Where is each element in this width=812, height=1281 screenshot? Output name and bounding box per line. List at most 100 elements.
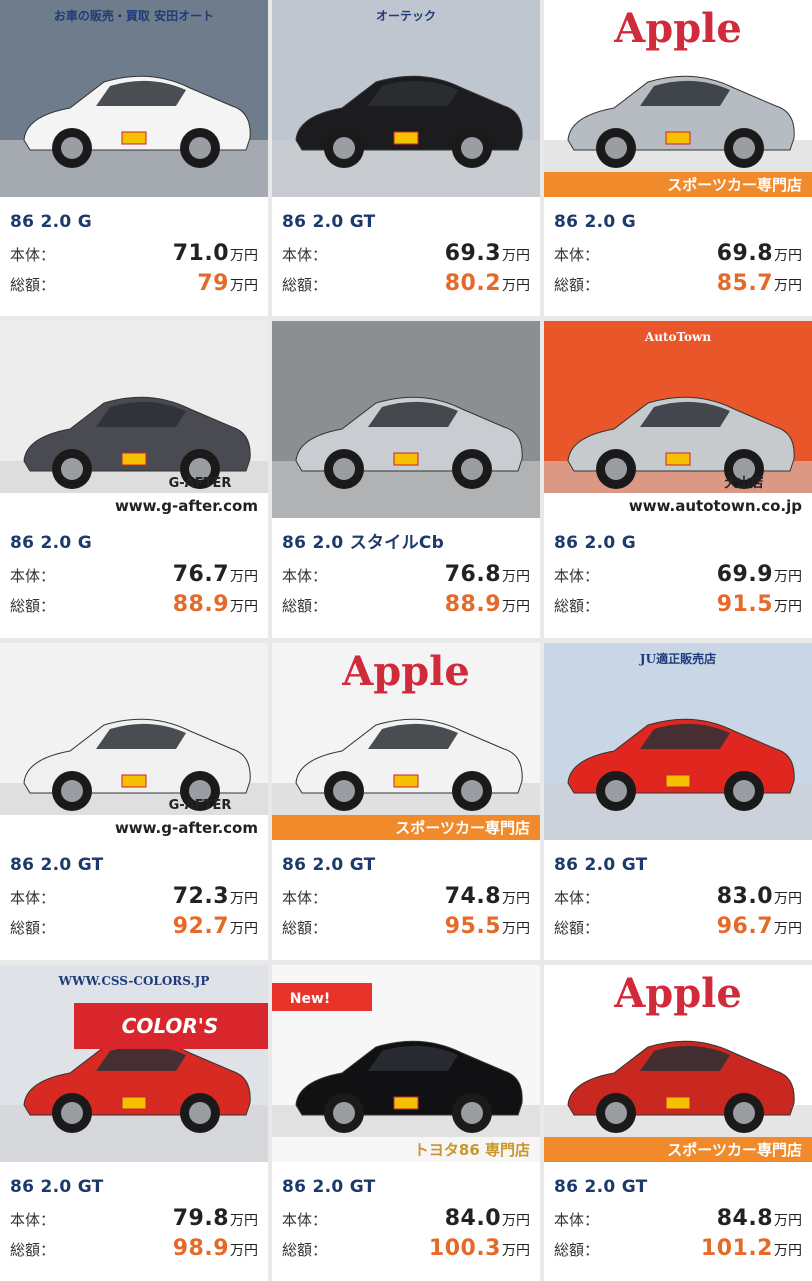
- car-photo[interactable]: トヨタ86 専門店 New!: [272, 965, 540, 1162]
- body-price-row: 本体： 79.8万円: [10, 1206, 258, 1231]
- listing-card[interactable]: JU適正販売店 86 2.0 GT 本体： 83.0万円 総額： 96.7万円: [544, 643, 812, 960]
- body-price-label: 本体：: [282, 567, 328, 585]
- car-photo[interactable]: JU適正販売店: [544, 643, 812, 840]
- total-price-label: 総額：: [282, 919, 328, 937]
- model-name[interactable]: 86 2.0 GT: [10, 1176, 258, 1198]
- model-name[interactable]: 86 2.0 G: [10, 532, 258, 554]
- total-price: 96.7万円: [717, 914, 802, 939]
- total-price-row: 総額： 88.9万円: [282, 592, 530, 617]
- total-price-value: 98.9: [172, 1236, 229, 1261]
- total-price: 98.9万円: [173, 1236, 258, 1261]
- total-price-label: 総額：: [554, 276, 600, 294]
- car-photo[interactable]: オーテック: [272, 0, 540, 197]
- car-photo[interactable]: Apple スポーツカー専門店: [544, 965, 812, 1162]
- listing-card[interactable]: Apple スポーツカー専門店 86 2.0 G 本体： 69.8万円 総額： 8…: [544, 0, 812, 316]
- total-price: 101.2万円: [701, 1236, 802, 1261]
- price-unit: 万円: [230, 278, 258, 294]
- car-photo[interactable]: www.g-after.com G-AFTER: [0, 321, 268, 518]
- price-unit: 万円: [774, 1243, 802, 1259]
- car-photo[interactable]: お車の販売・買取 安田オート: [0, 0, 268, 197]
- listing-card[interactable]: 86 2.0 スタイルCb 本体： 76.8万円 総額： 88.9万円: [272, 321, 540, 638]
- total-price: 91.5万円: [717, 592, 802, 617]
- car-photo[interactable]: [272, 321, 540, 518]
- total-price-value: 92.7: [172, 914, 229, 939]
- body-price-label: 本体：: [282, 246, 328, 264]
- body-price-row: 本体： 84.0万円: [282, 1206, 530, 1231]
- total-price-value: 91.5: [716, 592, 773, 617]
- body-price: 72.3万円: [173, 884, 258, 909]
- new-tag: New!: [290, 991, 331, 1007]
- body-price-row: 本体： 72.3万円: [10, 884, 258, 909]
- dealer-logo-text: G-AFTER: [169, 798, 232, 813]
- body-price: 84.0万円: [445, 1206, 530, 1231]
- car-photo[interactable]: AutoTown www.autotown.co.jp 犬山店: [544, 321, 812, 518]
- dealer-logo-text: G-AFTER: [169, 476, 232, 491]
- total-price-row: 総額： 80.2万円: [282, 271, 530, 296]
- total-price-row: 総額： 79万円: [10, 271, 258, 296]
- listing-card[interactable]: Apple スポーツカー専門店 86 2.0 GT 本体： 74.8万円 総額： …: [272, 643, 540, 960]
- price-unit: 万円: [774, 599, 802, 615]
- listing-card[interactable]: AutoTown www.autotown.co.jp 犬山店 86 2.0 G 本…: [544, 321, 812, 638]
- body-price-label: 本体：: [10, 889, 56, 907]
- price-unit: 万円: [230, 569, 258, 585]
- body-price-value: 69.9: [716, 562, 773, 587]
- body-price-row: 本体： 74.8万円: [282, 884, 530, 909]
- total-price-label: 総額：: [554, 1241, 600, 1259]
- car-photo-image: AutoTown www.autotown.co.jp 犬山店: [544, 321, 812, 518]
- model-name[interactable]: 86 2.0 スタイルCb: [282, 532, 530, 554]
- total-price: 85.7万円: [717, 271, 802, 296]
- listing-card[interactable]: オーテック 86 2.0 GT 本体： 69.3万円 総額： 80.2万円: [272, 0, 540, 316]
- body-price: 74.8万円: [445, 884, 530, 909]
- model-name[interactable]: 86 2.0 GT: [282, 1176, 530, 1198]
- car-photo[interactable]: www.g-after.com G-AFTER: [0, 643, 268, 840]
- price-unit: 万円: [774, 278, 802, 294]
- listing-card[interactable]: Apple スポーツカー専門店 86 2.0 GT 本体： 84.8万円 総額： …: [544, 965, 812, 1281]
- total-price-label: 総額：: [10, 597, 56, 615]
- price-unit: 万円: [502, 569, 530, 585]
- body-price-value: 69.8: [716, 241, 773, 266]
- model-name[interactable]: 86 2.0 GT: [282, 854, 530, 876]
- body-price-value: 69.3: [444, 241, 501, 266]
- total-price-row: 総額： 98.9万円: [10, 1236, 258, 1261]
- model-name[interactable]: 86 2.0 GT: [10, 854, 258, 876]
- price-unit: 万円: [774, 569, 802, 585]
- model-name[interactable]: 86 2.0 G: [10, 211, 258, 233]
- price-unit: 万円: [502, 278, 530, 294]
- dealer-logo-text: 犬山店: [724, 475, 763, 491]
- price-unit: 万円: [230, 599, 258, 615]
- price-unit: 万円: [230, 248, 258, 264]
- car-photo[interactable]: Apple スポーツカー専門店: [544, 0, 812, 197]
- car-photo-image: www.g-after.com G-AFTER: [0, 643, 268, 840]
- body-price-label: 本体：: [10, 567, 56, 585]
- total-price: 100.3万円: [429, 1236, 530, 1261]
- car-photo-image: www.g-after.com G-AFTER: [0, 321, 268, 518]
- total-price-row: 総額： 91.5万円: [554, 592, 802, 617]
- total-price-row: 総額： 96.7万円: [554, 914, 802, 939]
- dealer-sign: JU適正販売店: [639, 651, 716, 666]
- car-photo-image: [272, 321, 540, 518]
- model-name[interactable]: 86 2.0 G: [554, 211, 802, 233]
- body-price-row: 本体： 76.7万円: [10, 562, 258, 587]
- body-price: 79.8万円: [173, 1206, 258, 1231]
- model-name[interactable]: 86 2.0 G: [554, 532, 802, 554]
- dealer-sign: Apple: [613, 970, 742, 1017]
- total-price-value: 101.2: [700, 1236, 773, 1261]
- total-price-value: 88.9: [172, 592, 229, 617]
- total-price-label: 総額：: [554, 919, 600, 937]
- total-price-label: 総額：: [282, 276, 328, 294]
- listing-card[interactable]: www.g-after.com G-AFTER 86 2.0 GT 本体： 72.…: [0, 643, 268, 960]
- body-price-label: 本体：: [554, 889, 600, 907]
- listing-card[interactable]: WWW.CSS-COLORS.JP COLOR'S 86 2.0 GT 本体： 7…: [0, 965, 268, 1281]
- car-photo-image: Apple スポーツカー専門店: [272, 643, 540, 840]
- model-name[interactable]: 86 2.0 GT: [554, 854, 802, 876]
- total-price: 95.5万円: [445, 914, 530, 939]
- model-name[interactable]: 86 2.0 GT: [282, 211, 530, 233]
- car-photo[interactable]: WWW.CSS-COLORS.JP COLOR'S: [0, 965, 268, 1162]
- model-name[interactable]: 86 2.0 GT: [554, 1176, 802, 1198]
- listing-card[interactable]: www.g-after.com G-AFTER 86 2.0 G 本体： 76.7…: [0, 321, 268, 638]
- car-photo[interactable]: Apple スポーツカー専門店: [272, 643, 540, 840]
- price-unit: 万円: [774, 248, 802, 264]
- price-unit: 万円: [230, 1213, 258, 1229]
- listing-card[interactable]: お車の販売・買取 安田オート 86 2.0 G 本体： 71.0万円 総額： 7…: [0, 0, 268, 316]
- listing-card[interactable]: トヨタ86 専門店 New! 86 2.0 GT 本体： 84.0万円 総額： 1…: [272, 965, 540, 1281]
